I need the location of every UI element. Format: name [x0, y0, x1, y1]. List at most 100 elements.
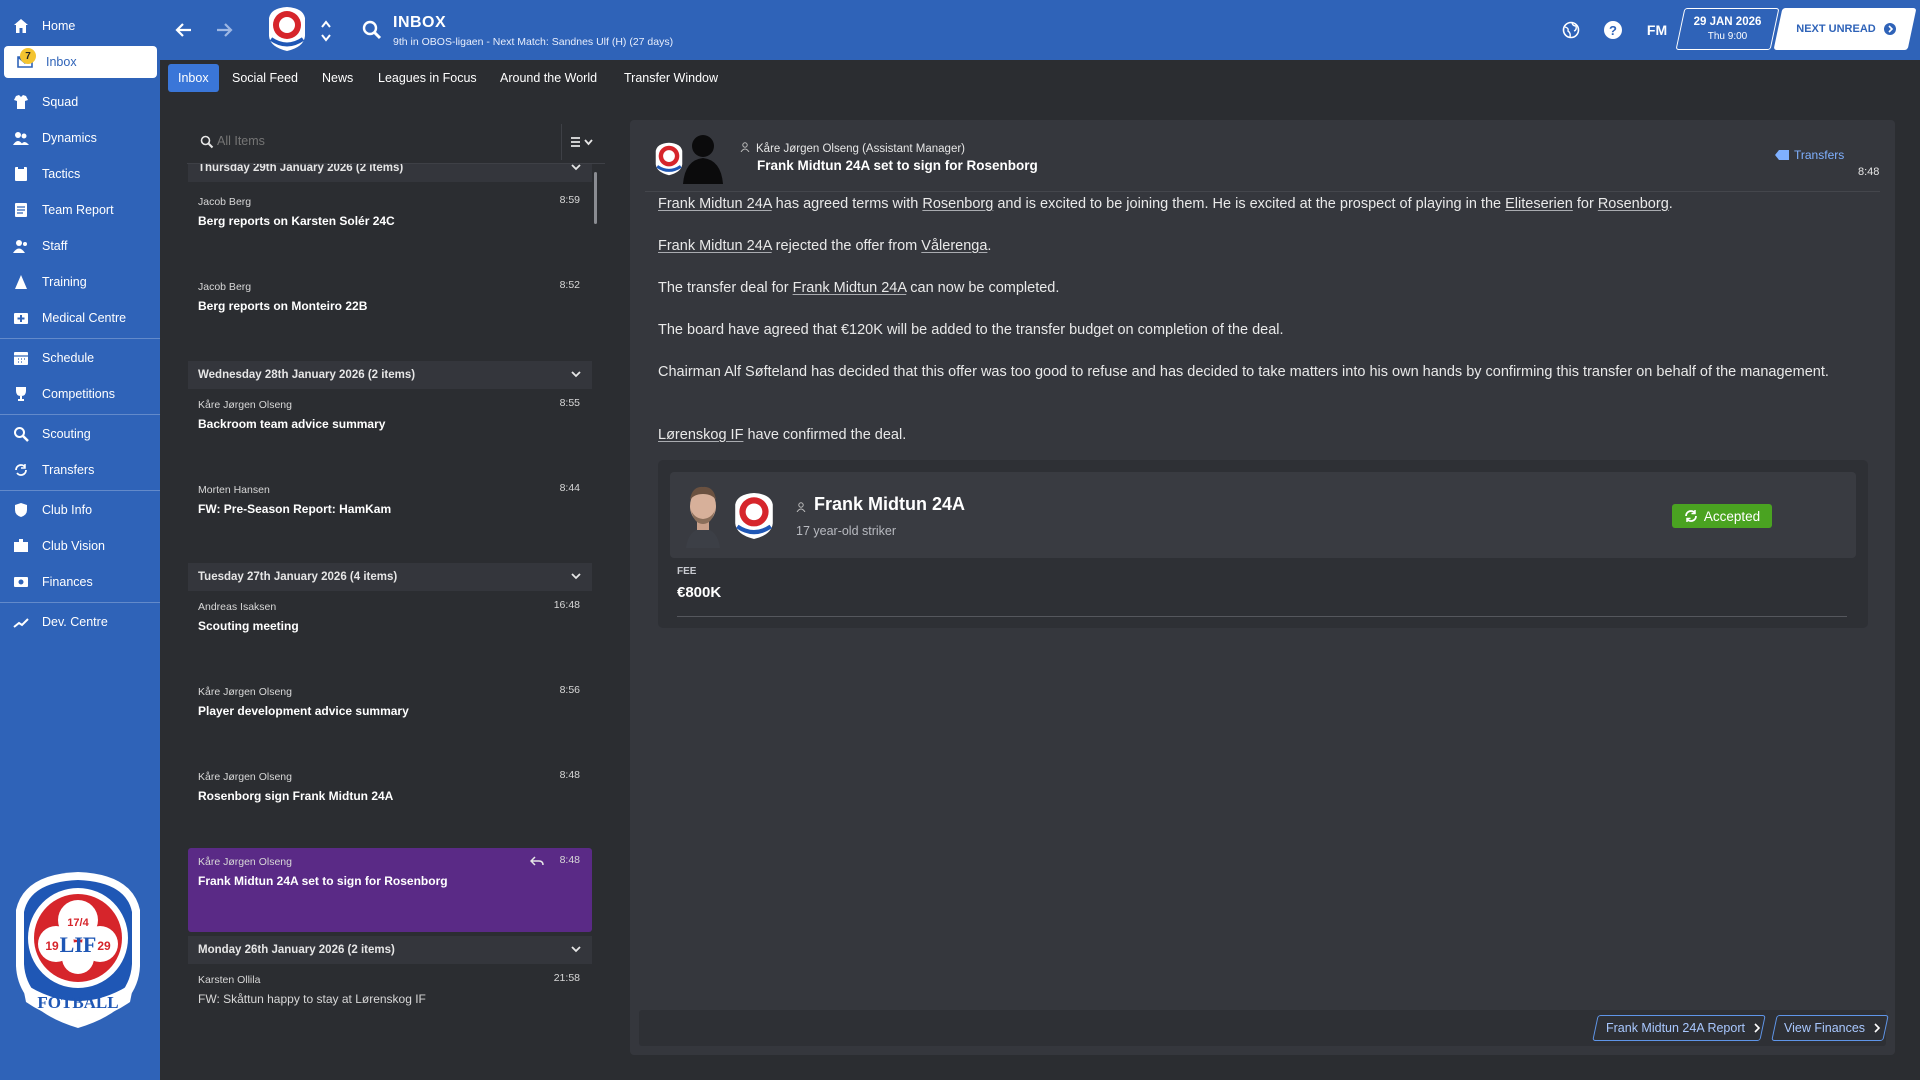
- club-badge-icon[interactable]: [268, 6, 306, 52]
- sidebar-item-label: Inbox: [46, 55, 77, 69]
- date-group-header[interactable]: Thursday 29th January 2026 (2 items): [188, 164, 592, 182]
- sender: Karsten Ollila: [198, 974, 261, 986]
- club-badge-icon: [735, 493, 773, 539]
- list-item[interactable]: Jacob Berg 8:59 Berg reports on Karsten …: [188, 188, 592, 272]
- tab-inbox[interactable]: Inbox: [168, 64, 219, 92]
- date-group-header[interactable]: Monday 26th January 2026 (2 items): [188, 936, 592, 964]
- status-label: Accepted: [1703, 508, 1761, 524]
- time: 8:48: [559, 769, 580, 781]
- club-link[interactable]: Rosenborg: [1598, 196, 1669, 212]
- dynamics-icon: [12, 129, 30, 147]
- next-unread-button[interactable]: NEXT UNREAD: [1790, 8, 1902, 50]
- list-item[interactable]: Kåre Jørgen Olseng 8:48 Rosenborg sign F…: [188, 763, 592, 847]
- league-link[interactable]: Eliteserien: [1505, 196, 1573, 212]
- back-button[interactable]: [172, 18, 196, 42]
- sidebar-item-home[interactable]: Home: [0, 10, 160, 42]
- sidebar-item-tactics[interactable]: Tactics: [0, 158, 160, 190]
- sidebar-item-label: Dev. Centre: [42, 615, 108, 629]
- message-list: Thursday 29th January 2026 (2 items) Jac…: [187, 120, 605, 1060]
- forward-button[interactable]: [212, 18, 236, 42]
- shield-icon: [12, 501, 30, 519]
- tab-news[interactable]: News: [312, 64, 363, 92]
- sidebar-item-transfers[interactable]: Transfers: [0, 454, 160, 486]
- chevron-down-icon: [571, 946, 581, 953]
- player-link[interactable]: Frank Midtun 24A: [658, 196, 772, 212]
- sidebar-item-club-vision[interactable]: Club Vision: [0, 530, 160, 562]
- message-list-scroll[interactable]: Thursday 29th January 2026 (2 items) Jac…: [187, 164, 597, 1060]
- club-switch-button[interactable]: [314, 16, 338, 46]
- sidebar-item-label: Training: [42, 275, 87, 289]
- list-item-selected[interactable]: Kåre Jørgen Olseng 8:48 Frank Midtun 24A…: [188, 848, 592, 932]
- tab-leagues-in-focus[interactable]: Leagues in Focus: [368, 64, 487, 92]
- sidebar-item-finances[interactable]: Finances: [0, 566, 160, 598]
- chevron-right-icon: [1874, 1023, 1881, 1033]
- date-group-header[interactable]: Wednesday 28th January 2026 (2 items): [188, 361, 592, 389]
- medical-icon: [12, 309, 30, 327]
- global-search-button[interactable]: [360, 18, 384, 42]
- message-paragraph: The transfer deal for Frank Midtun 24A c…: [658, 278, 1838, 299]
- sidebar-item-club-info[interactable]: Club Info: [0, 494, 160, 526]
- list-scrollbar[interactable]: [594, 172, 597, 224]
- button-label: View Finances: [1784, 1021, 1866, 1035]
- time: 8:56: [559, 684, 580, 696]
- list-item[interactable]: Kåre Jørgen Olseng 8:56 Player developme…: [188, 678, 592, 762]
- sender-name[interactable]: Kåre Jørgen Olseng (Assistant Manager): [756, 143, 965, 155]
- player-link[interactable]: Frank Midtun 24A: [793, 280, 907, 296]
- tab-transfer-window[interactable]: Transfer Window: [614, 64, 728, 92]
- sidebar-item-competitions[interactable]: Competitions: [0, 378, 160, 410]
- time: 8:52: [559, 279, 580, 291]
- sidebar-item-label: Club Vision: [42, 539, 106, 553]
- text: The transfer deal for: [658, 280, 793, 296]
- category-tag[interactable]: Transfers: [1775, 148, 1844, 162]
- view-finances-button[interactable]: View Finances: [1784, 1015, 1882, 1041]
- player-link[interactable]: Frank Midtun 24A: [658, 238, 772, 254]
- list-item[interactable]: Kåre Jørgen Olseng 8:55 Backroom team ad…: [188, 391, 592, 475]
- svg-text:?: ?: [1609, 23, 1617, 38]
- sender: Kåre Jørgen Olseng: [198, 399, 292, 411]
- sidebar-item-dynamics[interactable]: Dynamics: [0, 122, 160, 154]
- message-search-input[interactable]: [217, 134, 517, 148]
- sidebar-item-team-report[interactable]: Team Report: [0, 194, 160, 226]
- sidebar-item-training[interactable]: Training: [0, 266, 160, 298]
- group-title: Thursday 29th January 2026 (2 items): [198, 164, 404, 174]
- club-link[interactable]: Vålerenga: [921, 238, 987, 254]
- player-portrait: [686, 486, 720, 548]
- tag-icon: [1775, 150, 1789, 160]
- sidebar-item-squad[interactable]: Squad: [0, 86, 160, 118]
- tab-social-feed[interactable]: Social Feed: [222, 64, 308, 92]
- sidebar-item-staff[interactable]: Staff: [0, 230, 160, 262]
- player-name-link[interactable]: Frank Midtun 24A: [814, 494, 965, 515]
- world-button[interactable]: [1559, 18, 1583, 42]
- sidebar-item-label: Transfers: [42, 463, 95, 477]
- sidebar-item-inbox[interactable]: 7 Inbox: [4, 46, 157, 78]
- club-link[interactable]: Lørenskog IF: [658, 427, 743, 443]
- reply-icon: [530, 856, 544, 866]
- sender: Kåre Jørgen Olseng: [198, 856, 292, 868]
- list-item[interactable]: Morten Hansen 8:44 FW: Pre-Season Report…: [188, 476, 592, 560]
- fee-label: FEE: [677, 566, 697, 577]
- date-group-header[interactable]: Tuesday 27th January 2026 (4 items): [188, 563, 592, 591]
- time: 8:44: [559, 482, 580, 494]
- current-date[interactable]: 29 JAN 2026 Thu 9:00: [1680, 8, 1775, 50]
- sidebar-item-medical-centre[interactable]: Medical Centre: [0, 302, 160, 334]
- tab-around-the-world[interactable]: Around the World: [490, 64, 607, 92]
- sidebar-item-schedule[interactable]: Schedule: [0, 342, 160, 374]
- list-item[interactable]: Jacob Berg 8:52 Berg reports on Monteiro…: [188, 273, 592, 357]
- calendar-icon: [12, 349, 30, 367]
- club-link[interactable]: Rosenborg: [922, 196, 993, 212]
- sidebar-item-dev-centre[interactable]: Dev. Centre: [0, 606, 160, 638]
- sidebar-item-label: Competitions: [42, 387, 115, 401]
- list-item[interactable]: Karsten Ollila 21:58 FW: Skåttun happy t…: [188, 966, 592, 1050]
- help-button[interactable]: ?: [1601, 18, 1625, 42]
- message-paragraph: Frank Midtun 24A rejected the offer from…: [658, 236, 1838, 257]
- search-icon: [12, 425, 30, 443]
- list-options-button[interactable]: [561, 124, 601, 160]
- unread-count-badge: 7: [20, 48, 36, 64]
- list-item[interactable]: Andreas Isaksen 16:48 Scouting meeting: [188, 593, 592, 677]
- player-report-button[interactable]: Frank Midtun 24A Report: [1606, 1015, 1762, 1041]
- message-paragraph: Lørenskog IF have confirmed the deal.: [658, 425, 1838, 446]
- subject: Berg reports on Monteiro 22B: [198, 299, 368, 313]
- fm-menu-button[interactable]: FM: [1642, 18, 1672, 42]
- sidebar-item-scouting[interactable]: Scouting: [0, 418, 160, 450]
- message-header: Kåre Jørgen Olseng (Assistant Manager) F…: [645, 128, 1880, 192]
